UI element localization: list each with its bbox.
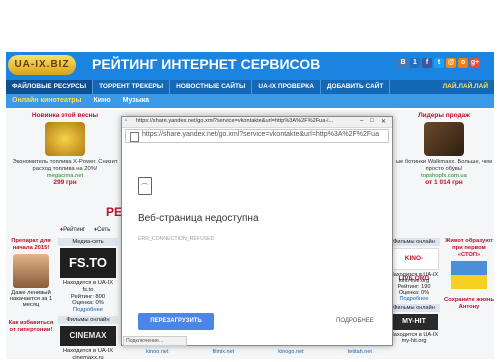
promo-right-price: от 1 014 грн xyxy=(425,179,463,186)
bottom-link[interactable]: tetitah.net xyxy=(348,349,372,355)
details-button[interactable]: ПОДРОБНЕЕ xyxy=(336,318,374,324)
card-header-2: Фильмы онлайн xyxy=(388,304,440,312)
ad-left-title: Препарат для начала 2015! xyxy=(11,238,51,251)
promo-right-title: Лидеры продаж xyxy=(418,112,470,119)
subnav-music[interactable]: Музыка xyxy=(117,94,156,108)
browser-popup-window: ▫ https://share.yandex.net/go.xml?servic… xyxy=(121,116,393,346)
ad-left-caption: Даже ленивый накачается за 1 месяц xyxy=(9,290,53,308)
site-logo[interactable]: UA-IX.BIZ xyxy=(8,55,76,75)
ad-left[interactable]: Препарат для начала 2015! Даже ленивый н… xyxy=(6,238,56,334)
minimize-icon[interactable]: – xyxy=(360,118,363,124)
subnav-online-cinemas[interactable]: Онлайн кинотеатры xyxy=(6,94,88,108)
subnav-kino[interactable]: Кино xyxy=(88,94,117,108)
promo-left-title: Новинка этой весны xyxy=(31,112,99,119)
ad-right[interactable]: Живот образуют при первом «СТОП» Сохрани… xyxy=(444,238,494,311)
kinolive-logo[interactable]: KINO-LIVE.ORG xyxy=(389,248,439,282)
nav-uaix-check[interactable]: UA-IX ПРОВЕРКА xyxy=(252,80,321,94)
card-more-link[interactable]: Подробнее xyxy=(399,296,428,302)
page-icon: ▫ xyxy=(125,118,128,124)
ok-icon[interactable]: o xyxy=(458,58,468,68)
card-more-link[interactable]: Подробнее xyxy=(73,307,103,313)
popup-titlebar[interactable]: ▫ https://share.yandex.net/go.xml?servic… xyxy=(122,117,392,128)
card-header: Медиа-сеть xyxy=(58,238,118,246)
myhit-logo[interactable]: MY-HIT xyxy=(390,314,438,330)
main-nav: ФАЙЛОВЫЕ РЕСУРСЫ ТОРРЕНТ ТРЕКЕРЫ НОВОСТН… xyxy=(6,80,494,94)
card-line: fs.to xyxy=(82,286,94,293)
cinemax-logo[interactable]: CINEMAX xyxy=(60,325,116,346)
site-title: РЕЙТИНГ ИНТЕРНЕТ СЕРВИСОВ xyxy=(92,56,321,72)
card-header: Фильмы онлайн xyxy=(388,238,440,246)
promo-right-text[interactable]: ые ботинки Walkmaxx. Больше, чем просто … xyxy=(394,159,494,173)
twitter-icon[interactable]: t xyxy=(434,58,444,68)
sub-nav: Онлайн кинотеатры Кино Музыка xyxy=(6,94,494,108)
one-icon[interactable]: 1 xyxy=(410,58,420,68)
googleplus-icon[interactable]: g+ xyxy=(470,58,480,68)
hint-network-label: Сеть xyxy=(97,227,111,233)
ad-right-title-2: Сохраните жизнь Антону xyxy=(444,297,494,310)
maximize-icon[interactable]: □ xyxy=(370,118,374,124)
card-line: Находится в UA-IX xyxy=(62,347,114,354)
hint-rating-label: Рейтинг xyxy=(63,227,86,233)
ad-left-image[interactable] xyxy=(13,254,49,288)
mail-icon[interactable]: @ xyxy=(446,58,456,68)
nav-file-resources[interactable]: ФАЙЛОВЫЕ РЕСУРСЫ xyxy=(6,80,94,94)
popup-title: https://share.yandex.net/go.xml?service=… xyxy=(136,118,334,124)
facebook-icon[interactable]: f xyxy=(422,58,432,68)
site-card-kinolive[interactable]: Фильмы онлайн KINO-LIVE.ORG Находится в … xyxy=(388,238,440,344)
promo-left-image[interactable] xyxy=(45,122,85,156)
error-title: Веб-страница недоступна xyxy=(138,213,259,224)
nav-news-sites[interactable]: НОВОСТНЫЕ САЙТЫ xyxy=(170,80,253,94)
nav-torrent-trackers[interactable]: ТОРРЕНТ ТРЕКЕРЫ xyxy=(93,80,171,94)
ad-left-title-2[interactable]: Как избавиться от гипертонии! xyxy=(6,320,56,334)
promo-left-price: 299 грн xyxy=(53,179,77,186)
promo-left[interactable]: Новинка этой весны Экономитель топлива X… xyxy=(6,112,124,186)
address-bar[interactable]: https://share.yandex.net/go.xml?service=… xyxy=(125,129,389,143)
sad-page-icon xyxy=(138,177,152,195)
error-code: ERR_CONNECTION_REFUSED xyxy=(138,236,215,242)
section-heading-fragment: РЕ xyxy=(106,205,123,219)
nav-right-link[interactable]: ЛАЙ.ЛАЙ.ЛАЙ xyxy=(437,80,494,94)
bottom-links: kinoo.net filmix.net kinogo.net tetitah.… xyxy=(124,349,394,355)
nav-add-site[interactable]: ДОБАВИТЬ САЙТ xyxy=(321,80,391,94)
address-text[interactable]: https://share.yandex.net/go.xml?service=… xyxy=(142,131,379,138)
ad-right-title: Живот образуют при первом «СТОП» xyxy=(445,238,493,258)
bottom-link[interactable]: kinoo.net xyxy=(146,349,168,355)
promo-right[interactable]: Лидеры продаж ые ботинки Walkmaxx. Больш… xyxy=(394,112,494,186)
hint-network: ♦Сеть xyxy=(94,227,111,233)
fsto-logo[interactable]: FS.TO xyxy=(60,248,116,278)
bottom-link[interactable]: kinogo.net xyxy=(278,349,303,355)
page-icon xyxy=(130,132,139,142)
hint-rating: ♦Рейтинг xyxy=(60,227,86,233)
bottom-link[interactable]: filmix.net xyxy=(212,349,234,355)
site-card-fsto[interactable]: Медиа-сеть FS.TO Находится в UA-IX fs.to… xyxy=(58,238,118,362)
status-bar: Подключение... xyxy=(123,336,187,346)
reload-button[interactable]: ПЕРЕЗАГРУЗИТЬ xyxy=(138,313,214,330)
card-line: Оценка: 0% xyxy=(72,300,104,307)
card-header-2: Фильмы онлайн xyxy=(58,315,118,324)
card-line: Находится в UA-IX xyxy=(62,280,114,286)
page-top-blank xyxy=(0,0,500,52)
promo-right-image[interactable] xyxy=(424,122,464,156)
card-line: Рейтинг: 800 xyxy=(70,293,106,300)
card-url[interactable]: cinemaxx.ru xyxy=(58,355,118,362)
card-url[interactable]: my-hit.org xyxy=(388,338,440,344)
ad-right-image[interactable] xyxy=(451,261,487,289)
social-links: В 1 f t @ o g+ xyxy=(398,58,480,68)
promo-left-text[interactable]: Экономитель топлива X-Power. Снизит расх… xyxy=(6,159,124,173)
vk-icon[interactable]: В xyxy=(398,58,408,68)
close-icon[interactable]: ✕ xyxy=(381,118,386,125)
